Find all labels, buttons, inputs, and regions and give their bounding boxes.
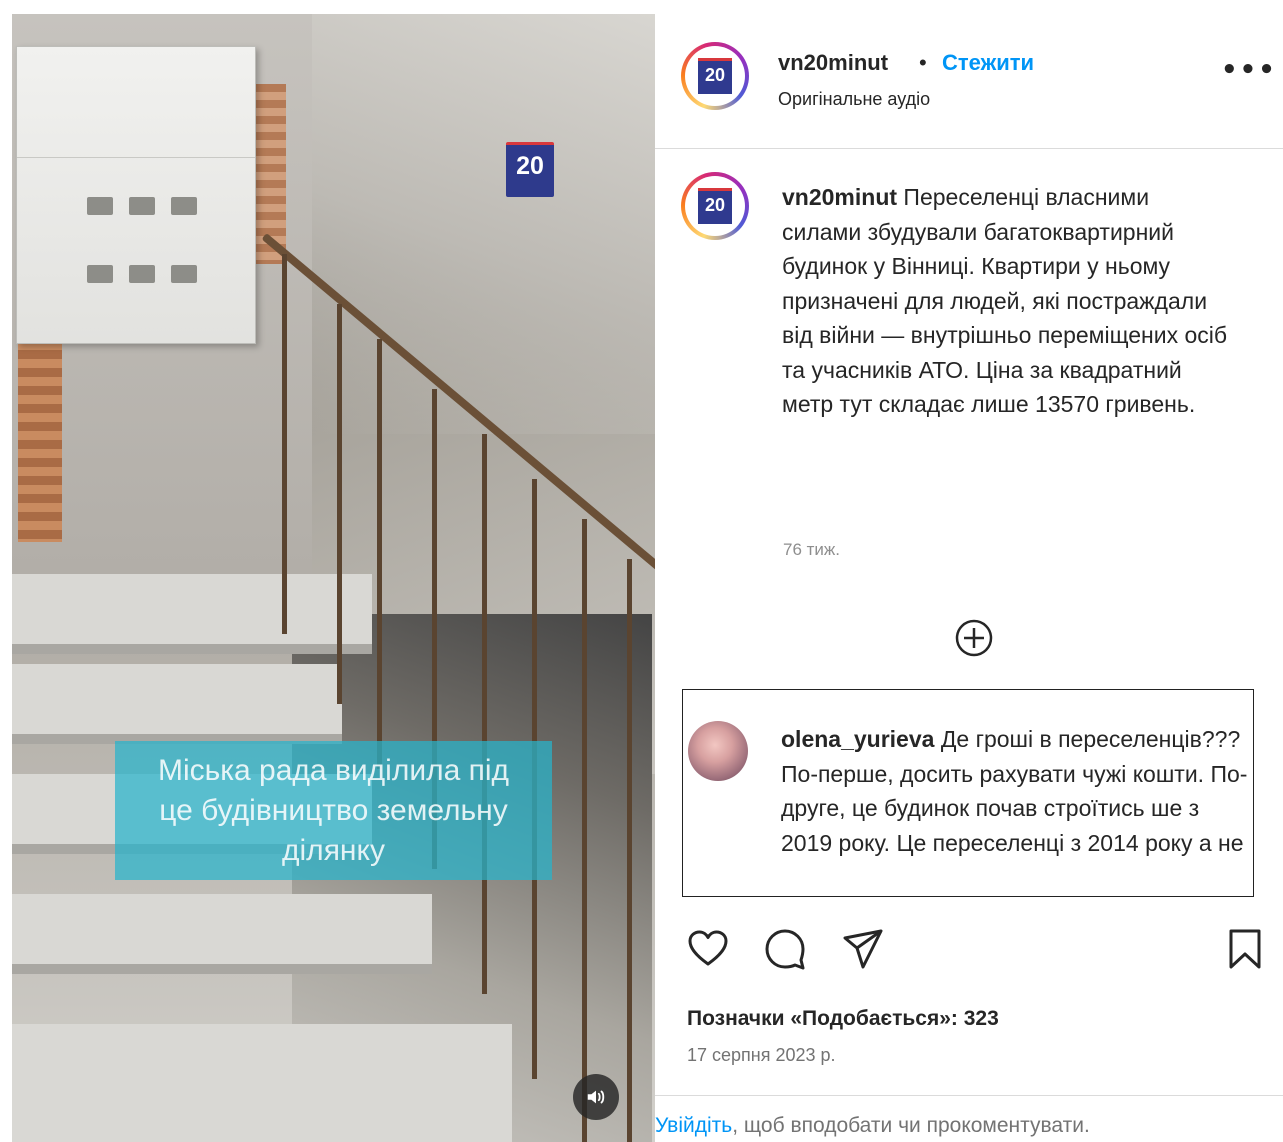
author-username[interactable]: vn20minut xyxy=(778,50,888,76)
commenter-username[interactable]: olena_yurieva xyxy=(781,726,934,752)
audio-label[interactable]: Оригінальне аудіо xyxy=(778,89,930,110)
scene-step xyxy=(12,1024,512,1142)
caption-time-ago[interactable]: 76 тиж. xyxy=(783,540,840,560)
follow-button[interactable]: Стежити xyxy=(942,50,1034,76)
login-prompt: Увійдіть, щоб вподобати чи прокоментуват… xyxy=(655,1095,1283,1142)
post-actions xyxy=(655,897,1283,997)
caption-author-logo: 20 xyxy=(698,188,732,224)
video-caption-line: ділянку xyxy=(282,834,385,867)
caption-text: vn20minut Переселенці власними силами зб… xyxy=(782,180,1232,422)
bookmark-icon[interactable] xyxy=(1223,927,1267,971)
post-header: 20 vn20minut • Стежити Оригінальне аудіо… xyxy=(655,0,1283,149)
scene-step xyxy=(12,574,372,654)
channel-watermark-logo: 20 xyxy=(506,142,554,197)
video-caption-line: це будівництво земельну xyxy=(159,794,508,827)
scene-step xyxy=(12,664,342,744)
author-logo: 20 xyxy=(698,58,732,94)
scene-ceiling xyxy=(312,14,655,434)
more-options-icon[interactable]: ••• xyxy=(1221,57,1277,83)
login-prompt-text: , щоб вподобати чи прокоментувати. xyxy=(732,1114,1090,1137)
scene-baluster xyxy=(337,304,342,704)
scene-electric-box xyxy=(16,46,256,344)
post-date[interactable]: 17 серпня 2023 р. xyxy=(687,1045,836,1066)
comment-icon[interactable] xyxy=(763,927,807,971)
heart-icon[interactable] xyxy=(686,927,730,971)
post-video[interactable]: 20 Міська рада виділила під це будівницт… xyxy=(12,14,655,1142)
caption-author-avatar[interactable]: 20 xyxy=(681,172,749,240)
scene-step xyxy=(12,894,432,974)
share-icon[interactable] xyxy=(841,927,885,971)
sound-toggle-button[interactable] xyxy=(573,1074,619,1120)
caption-body: Переселенці власними силами збудували ба… xyxy=(782,184,1228,417)
login-link[interactable]: Увійдіть xyxy=(655,1114,732,1137)
author-avatar[interactable]: 20 xyxy=(681,42,749,110)
scene-bricks xyxy=(18,332,62,542)
scene-baluster xyxy=(482,434,487,994)
separator-dot: • xyxy=(919,50,927,75)
comment-text: olena_yurieva Де гроші в переселенців???… xyxy=(781,722,1251,860)
commenter-avatar[interactable] xyxy=(688,721,748,781)
post-side-panel: 20 vn20minut • Стежити Оригінальне аудіо… xyxy=(655,0,1283,1142)
video-caption-line: Міська рада виділила під xyxy=(157,754,510,787)
load-more-comments-icon[interactable] xyxy=(953,617,995,659)
video-caption-overlay: Міська рада виділила під це будівництво … xyxy=(115,741,552,880)
likes-count[interactable]: Позначки «Подобається»: 323 xyxy=(687,1007,999,1031)
scene-baluster xyxy=(377,339,382,769)
speaker-icon xyxy=(587,1090,605,1104)
scene-baluster xyxy=(627,559,632,1142)
caption-username[interactable]: vn20minut xyxy=(782,184,897,210)
comment-item: olena_yurieva Де гроші в переселенців???… xyxy=(682,689,1254,897)
scene-baluster xyxy=(282,254,287,634)
scene-baluster xyxy=(582,519,587,1142)
